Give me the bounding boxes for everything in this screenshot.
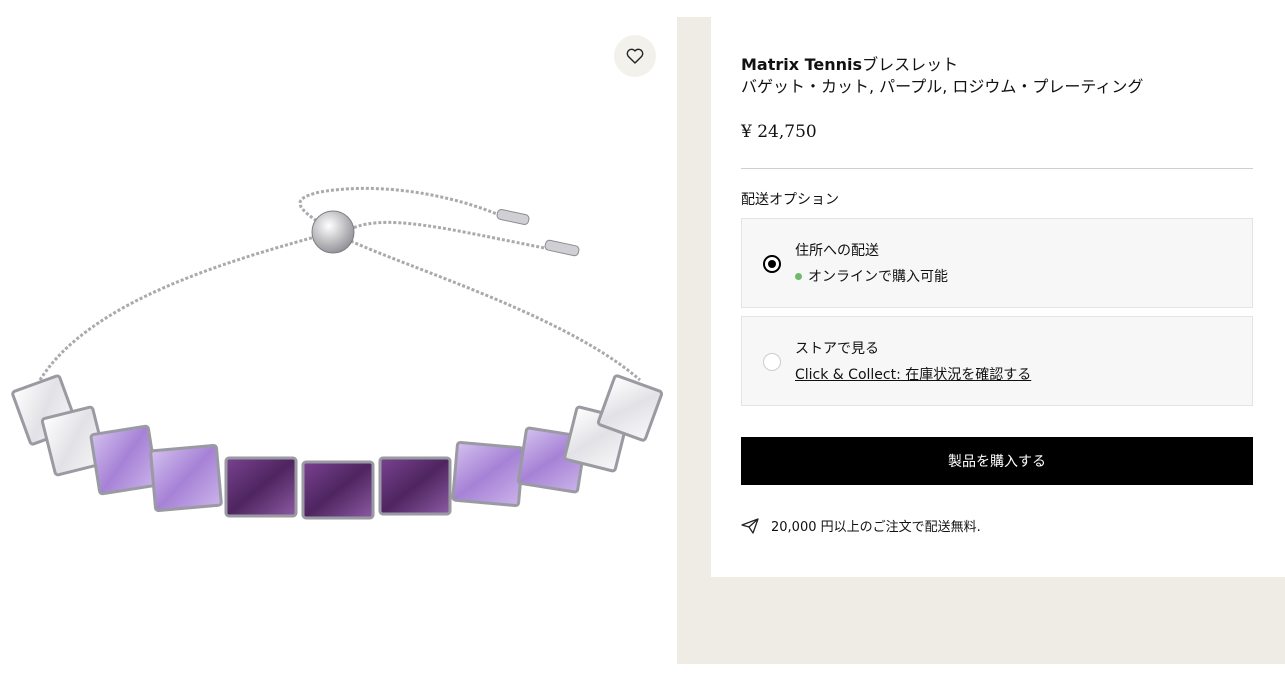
- delivery-option-store[interactable]: ストアで見る Click & Collect: 在庫状況を確認する: [741, 316, 1253, 406]
- product-type: ブレスレット: [862, 55, 959, 74]
- product-brand: Matrix Tennis: [741, 55, 863, 74]
- product-page: Matrix Tennisブレスレット バゲット・カット, パープル, ロジウム…: [0, 0, 1285, 682]
- click-collect-link[interactable]: Click & Collect: 在庫状況を確認する: [795, 364, 1031, 384]
- option-title: ストアで見る: [795, 341, 879, 357]
- availability-status: オンラインで購入可能: [795, 266, 948, 286]
- shipping-note-text: 20,000 円以上のご注文で配送無料.: [771, 520, 981, 535]
- status-dot-icon: [795, 272, 802, 280]
- radio-selected[interactable]: [763, 255, 781, 273]
- product-price: ¥ 24,750: [741, 122, 817, 142]
- delivery-heading: 配送オプション: [741, 192, 839, 208]
- product-image: [11, 186, 664, 520]
- heart-icon: [626, 48, 644, 64]
- radio-unselected[interactable]: [763, 353, 781, 371]
- wishlist-button[interactable]: [614, 35, 656, 77]
- paper-plane-icon: [741, 517, 759, 534]
- shipping-note: 20,000 円以上のご注文で配送無料.: [741, 516, 981, 535]
- divider: [741, 168, 1253, 169]
- product-title: Matrix Tennisブレスレット バゲット・カット, パープル, ロジウム…: [741, 54, 1261, 98]
- delivery-option-home[interactable]: 住所への配送 オンラインで購入可能: [741, 218, 1253, 308]
- availability-text: オンラインで購入可能: [808, 269, 948, 285]
- product-image-area: [0, 0, 677, 664]
- option-title: 住所への配送: [795, 243, 879, 259]
- product-subtitle: バゲット・カット, パープル, ロジウム・プレーティング: [741, 77, 1144, 96]
- buy-button[interactable]: 製品を購入する: [741, 437, 1253, 485]
